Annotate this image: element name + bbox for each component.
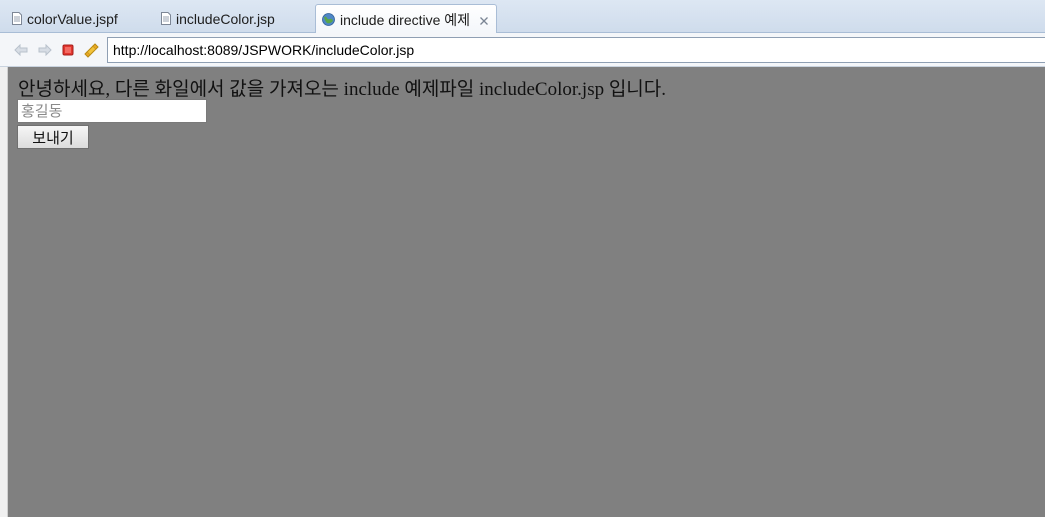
greeting-text: 안녕하세요, 다른 화일에서 값을 가져오는 include 예제파일 incl… bbox=[18, 79, 667, 100]
close-icon[interactable] bbox=[478, 14, 490, 26]
editor-tab-bar: colorValue.jspf includeColor.jsp include… bbox=[0, 0, 1045, 34]
tab-label: includeColor.jsp bbox=[176, 10, 275, 27]
tab-colorvalue-jspf[interactable]: colorValue.jspf bbox=[6, 4, 124, 33]
send-button[interactable]: 보내기 bbox=[17, 125, 89, 149]
tab-include-directive[interactable]: include directive 예제 bbox=[315, 4, 498, 34]
arrow-right-icon[interactable] bbox=[37, 42, 53, 58]
left-gutter bbox=[0, 67, 8, 517]
page-content: 안녕하세요, 다른 화일에서 값을 가져오는 include 예제파일 incl… bbox=[8, 67, 1045, 517]
browser-toolbar: http://localhost:8089/JSPWORK/includeCol… bbox=[0, 33, 1045, 67]
tab-label: include directive 예제 bbox=[340, 11, 471, 28]
refresh-icon[interactable] bbox=[83, 42, 99, 58]
file-icon bbox=[12, 12, 22, 25]
globe-icon bbox=[322, 13, 335, 26]
arrow-left-icon[interactable] bbox=[13, 42, 29, 58]
file-icon bbox=[161, 12, 171, 25]
tab-includecolor-jsp[interactable]: includeColor.jsp bbox=[155, 4, 281, 33]
name-input[interactable] bbox=[17, 99, 207, 123]
url-field[interactable]: http://localhost:8089/JSPWORK/includeCol… bbox=[107, 37, 1045, 63]
tab-label: colorValue.jspf bbox=[27, 10, 118, 27]
stop-icon[interactable] bbox=[60, 42, 76, 58]
